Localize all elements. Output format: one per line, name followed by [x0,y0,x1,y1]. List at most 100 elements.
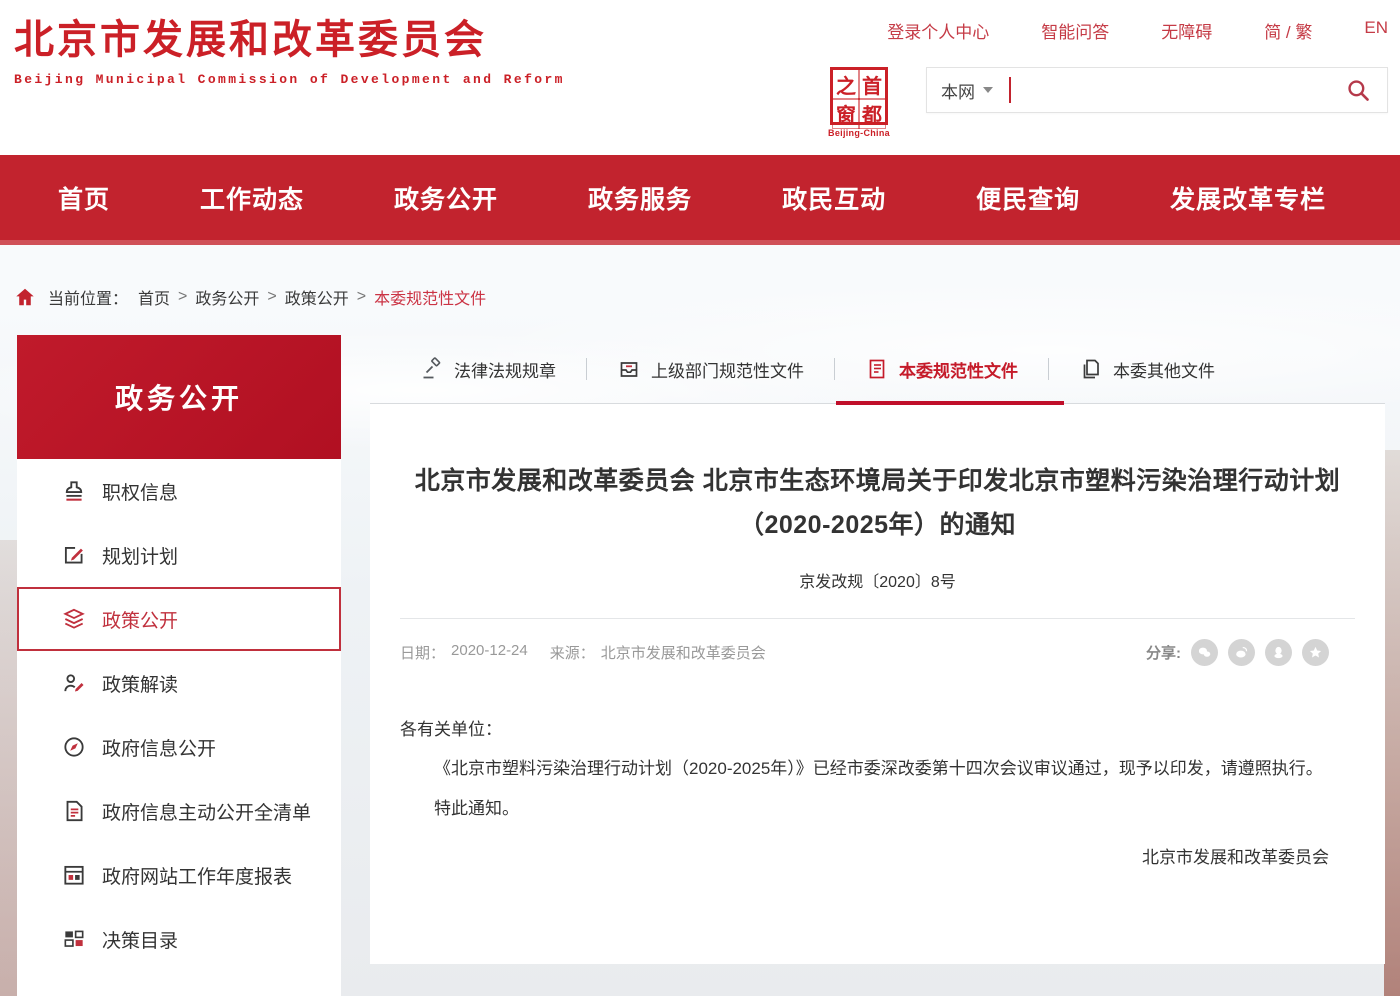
sidebar-item-planning[interactable]: 规划计划 [17,523,341,587]
sidebar-item-policy-disclosure[interactable]: 政策公开 [17,587,341,651]
sidebar-item-label: 政策公开 [102,606,178,633]
nav-item-home[interactable]: 首页 [58,180,110,216]
gavel-icon [420,357,444,381]
search-button[interactable] [1343,75,1373,105]
seal-char: 首 [859,70,885,99]
date-label: 日期： [400,642,445,663]
document-icon [865,357,889,381]
catalog-icon [61,926,87,952]
interpretation-icon [61,670,87,696]
site-title: 北京市发展和改革委员会 [14,14,565,66]
breadcrumb-home[interactable]: 首页 [138,285,170,309]
page: 北京市发展和改革委员会 Beijing Municipal Commission… [0,0,1400,996]
breadcrumb: 当前位置： 首页 > 政务公开 > 政策公开 > 本委规范性文件 [14,285,1400,309]
search-scope-label: 本网 [941,78,975,103]
breadcrumb-current: 本委规范性文件 [374,285,486,309]
tab-laws-regulations[interactable]: 法律法规规章 [390,357,586,382]
tab-label: 本委其他文件 [1113,357,1215,382]
sidebar-item-gov-info-list[interactable]: 政府信息主动公开全清单 [17,779,341,843]
breadcrumb-label: 当前位置： [48,285,128,309]
sidebar-item-label: 政策解读 [102,670,178,697]
tab-label: 本委规范性文件 [899,357,1018,382]
tab-superior-documents[interactable]: 上级部门规范性文件 [587,357,834,382]
article-signature: 北京市发展和改革委员会 [400,843,1355,868]
stamp-icon [61,478,87,504]
sidebar-item-authority-info[interactable]: 职权信息 [17,459,341,523]
annual-report-icon [61,862,87,888]
search-input[interactable] [1011,70,1343,110]
share-favorite-button[interactable] [1302,639,1329,666]
chevron-down-icon [983,87,993,93]
top-links: 登录个人中心 智能问答 无障碍 简 / 繁 EN [828,18,1388,43]
publish-date: 2020-12-24 [451,642,528,663]
link-login-personal-center[interactable]: 登录个人中心 [887,18,989,43]
sidebar-item-label: 政府信息公开 [102,734,216,761]
sidebar-item-label: 政府信息主动公开全清单 [102,798,311,825]
sidebar-item-label: 职权信息 [102,478,178,505]
sidebar-item-label: 政府网站工作年度报表 [102,862,292,889]
share-bar: 分享: [1146,639,1355,666]
content-area: 政务公开 职权信息 [0,335,1400,996]
source-value: 北京市发展和改革委员会 [601,642,766,663]
header-right: 登录个人中心 智能问答 无障碍 简 / 繁 EN 之 首 窗 都 Beijing… [828,18,1388,138]
nav-item-convenience-inquiry[interactable]: 便民查询 [976,180,1080,216]
search-scope-dropdown[interactable]: 本网 [941,78,993,103]
breadcrumb-separator: > [178,288,187,306]
main-panel: 法律法规规章 上级部门规范性文件 [370,335,1385,996]
seal-char: 之 [833,70,859,99]
paragraph-salutation: 各有关单位： [400,710,1329,750]
nav-item-public-interaction[interactable]: 政民互动 [782,180,886,216]
search-box: 本网 [926,67,1388,113]
link-english[interactable]: EN [1364,18,1388,43]
share-label: 分享: [1146,642,1181,663]
capital-window-seal-logo[interactable]: 之 首 窗 都 Beijing-China [828,67,890,138]
star-icon [1308,645,1323,660]
link-simplified-traditional[interactable]: 简 / 繁 [1264,18,1312,43]
link-accessibility[interactable]: 无障碍 [1161,18,1212,43]
document-tabs: 法律法规规章 上级部门规范性文件 [370,335,1385,403]
search-row: 之 首 窗 都 Beijing-China 本网 [828,67,1388,138]
compass-icon [61,734,87,760]
seal-char: 窗 [833,99,859,128]
sidebar-item-label: 决策目录 [102,926,178,953]
sidebar-item-website-annual-report[interactable]: 政府网站工作年度报表 [17,843,341,907]
tab-label: 法律法规规章 [454,357,556,382]
sidebar-item-decision-catalog[interactable]: 决策目录 [17,907,341,971]
document-number: 京发改规〔2020〕8号 [400,568,1355,592]
meta-date-source: 日期： 2020-12-24 来源： 北京市发展和改革委员会 [400,642,766,663]
meta-divider [400,618,1355,619]
tab-label: 上级部门规范性文件 [651,357,804,382]
sidebar-item-label: 规划计划 [102,542,178,569]
files-icon [1079,357,1103,381]
article: 北京市发展和改革委员会 北京市生态环境局关于印发北京市塑料污染治理行动计划（20… [370,404,1385,964]
site-subtitle: Beijing Municipal Commission of Developm… [14,72,565,87]
home-icon[interactable] [14,286,36,308]
breadcrumb-gov-disclosure[interactable]: 政务公开 [195,285,259,309]
sidebar-menu: 职权信息 规划计划 [17,459,341,996]
link-smart-qa[interactable]: 智能问答 [1041,18,1109,43]
nav-item-development-reform-column[interactable]: 发展改革专栏 [1170,180,1326,216]
document-list-icon [61,798,87,824]
tab-commission-other-documents[interactable]: 本委其他文件 [1049,357,1245,382]
breadcrumb-policy-disclosure[interactable]: 政策公开 [285,285,349,309]
search-icon [1345,77,1371,103]
seal-caption: Beijing-China [828,128,890,138]
share-weibo-button[interactable] [1228,639,1255,666]
sidebar-item-gov-info-disclosure[interactable]: 政府信息公开 [17,715,341,779]
breadcrumb-separator: > [267,288,276,306]
nav-item-gov-services[interactable]: 政务服务 [588,180,692,216]
site-logo[interactable]: 北京市发展和改革委员会 Beijing Municipal Commission… [14,14,565,87]
nav-item-gov-affairs-disclosure[interactable]: 政务公开 [394,180,498,216]
article-title: 北京市发展和改革委员会 北京市生态环境局关于印发北京市塑料污染治理行动计划（20… [400,404,1355,548]
seal-char: 都 [859,99,885,128]
layers-icon [61,606,87,632]
main-navigation: 首页 工作动态 政务公开 政务服务 政民互动 便民查询 发展改革专栏 [0,155,1400,245]
share-wechat-button[interactable] [1191,639,1218,666]
sidebar-item-policy-interpretation[interactable]: 政策解读 [17,651,341,715]
paragraph-main: 《北京市塑料污染治理行动计划（2020-2025年）》已经市委深改委第十四次会议… [400,749,1329,789]
tab-commission-normative-documents[interactable]: 本委规范性文件 [835,357,1048,382]
nav-item-work-dynamics[interactable]: 工作动态 [200,180,304,216]
article-body: 各有关单位： 《北京市塑料污染治理行动计划（2020-2025年）》已经市委深改… [400,710,1355,830]
share-qq-button[interactable] [1265,639,1292,666]
sidebar-title: 政务公开 [17,335,341,459]
